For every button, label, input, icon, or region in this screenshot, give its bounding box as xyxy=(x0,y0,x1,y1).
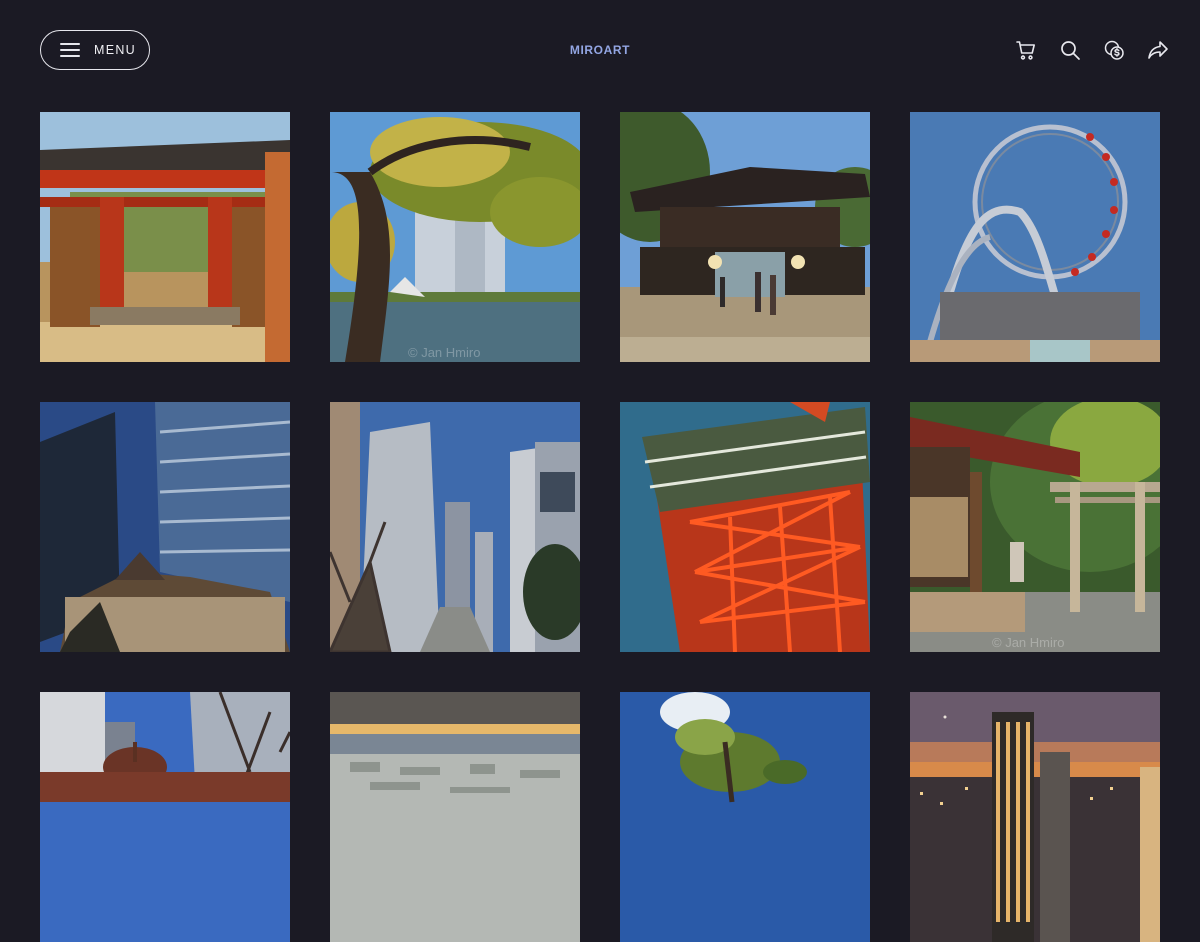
night-tower-photo[interactable] xyxy=(910,692,1160,942)
shrine-torii-photo[interactable]: © Jan Hmiro xyxy=(910,402,1160,652)
cart-icon[interactable] xyxy=(1014,38,1038,62)
watermark: © Jan Hmiro xyxy=(408,345,481,360)
watermark: © Jan Hmiro xyxy=(992,635,1065,650)
temple-gate-photo[interactable] xyxy=(40,112,290,362)
skyscrapers-street-photo[interactable] xyxy=(330,402,580,652)
search-icon[interactable] xyxy=(1058,38,1082,62)
header-actions xyxy=(994,38,1170,62)
shrine-gate-photo[interactable] xyxy=(620,112,870,362)
photo-grid: © Jan Hmiro © Jan Hmiro xyxy=(40,112,1160,942)
city-panorama-photo[interactable] xyxy=(330,692,580,942)
tokyo-tower-photo[interactable] xyxy=(620,402,870,652)
glass-tower-building-photo[interactable] xyxy=(40,402,290,652)
ferris-wheel-coaster-photo[interactable] xyxy=(910,112,1160,362)
pine-tree-pond-photo[interactable]: © Jan Hmiro xyxy=(330,112,580,362)
station-building-photo[interactable] xyxy=(40,692,290,942)
currency-icon[interactable] xyxy=(1102,38,1126,62)
share-icon[interactable] xyxy=(1146,38,1170,62)
pine-tree-sky-photo[interactable] xyxy=(620,692,870,942)
